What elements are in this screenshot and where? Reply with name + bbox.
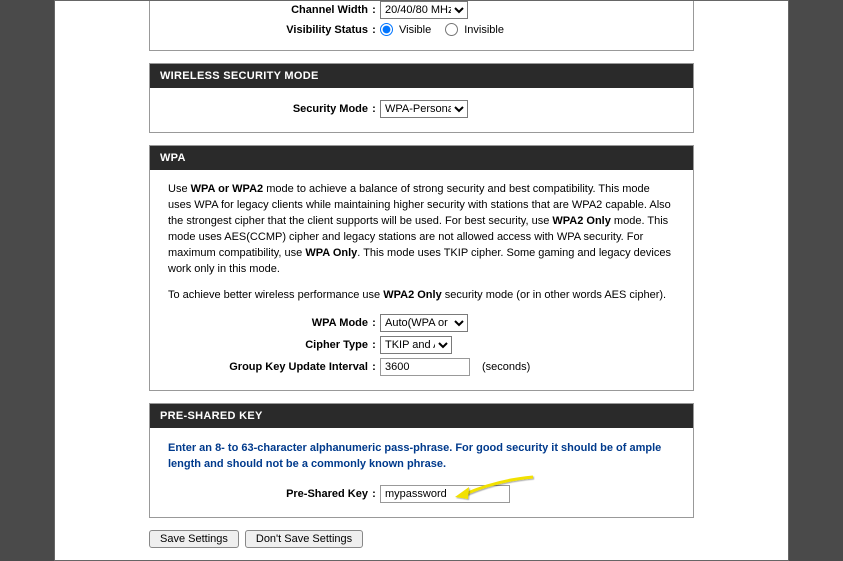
pre-shared-key-section: PRE-SHARED KEY Enter an 8- to 63-charact…: [149, 403, 694, 518]
visibility-visible-radio[interactable]: [380, 23, 393, 36]
group-key-interval-label: Group Key Update Interval: [168, 361, 368, 373]
visibility-status-label: Visibility Status: [168, 24, 368, 36]
security-mode-label: Security Mode: [168, 103, 368, 115]
dont-save-settings-button[interactable]: Don't Save Settings: [245, 530, 363, 548]
visibility-invisible-radio[interactable]: [445, 23, 458, 36]
channel-width-label: Channel Width: [168, 4, 368, 16]
wireless-security-mode-section: WIRELESS SECURITY MODE Security Mode : W…: [149, 63, 694, 133]
wpa-mode-label: WPA Mode: [168, 317, 368, 329]
wireless-security-mode-header: WIRELESS SECURITY MODE: [150, 64, 693, 88]
wpa-mode-select[interactable]: Auto(WPA or WPA2): [380, 314, 468, 332]
pre-shared-key-header: PRE-SHARED KEY: [150, 404, 693, 428]
group-key-interval-input[interactable]: [380, 358, 470, 376]
group-key-interval-suffix: (seconds): [482, 361, 530, 373]
save-settings-button[interactable]: Save Settings: [149, 530, 239, 548]
channel-width-select[interactable]: 20/40/80 MHz(A): [380, 1, 468, 19]
wpa-description-1: Use WPA or WPA2 mode to achieve a balanc…: [168, 182, 675, 278]
visibility-invisible-label: Invisible: [464, 24, 504, 36]
security-mode-select[interactable]: WPA-Personal: [380, 100, 468, 118]
psk-info-text: Enter an 8- to 63-character alphanumeric…: [168, 440, 675, 473]
cipher-type-label: Cipher Type: [168, 339, 368, 351]
wpa-header: WPA: [150, 146, 693, 170]
visibility-visible-label: Visible: [399, 24, 431, 36]
button-row: Save Settings Don't Save Settings: [149, 530, 694, 548]
wpa-description-2: To achieve better wireless performance u…: [168, 288, 675, 304]
psk-input[interactable]: [380, 485, 510, 503]
wireless-basic-section: Channel Width : 20/40/80 MHz(A) Visibili…: [149, 1, 694, 51]
cipher-type-select[interactable]: TKIP and AES: [380, 336, 452, 354]
wpa-section: WPA Use WPA or WPA2 mode to achieve a ba…: [149, 145, 694, 391]
psk-label: Pre-Shared Key: [168, 488, 368, 500]
